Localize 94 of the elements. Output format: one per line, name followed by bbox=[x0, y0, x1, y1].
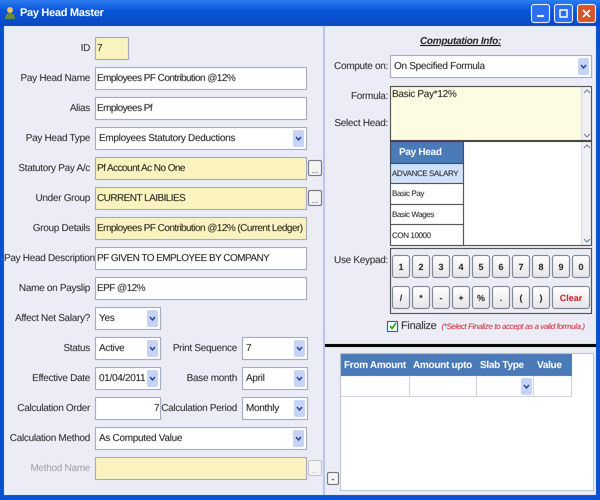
field-label: Calculation Method bbox=[8, 432, 91, 444]
chevron-down-icon[interactable] bbox=[294, 340, 305, 356]
browse-button[interactable]: ... bbox=[308, 190, 322, 206]
section-heading: Computation Info: bbox=[420, 36, 501, 47]
chevron-down-icon[interactable] bbox=[147, 310, 158, 326]
keypad-key[interactable]: % bbox=[472, 286, 490, 309]
keypad-key[interactable]: . bbox=[492, 286, 510, 309]
keypad-key[interactable]: ( bbox=[512, 286, 530, 309]
field-label: Base month bbox=[186, 372, 238, 384]
checkbox[interactable] bbox=[387, 320, 398, 332]
chevron-down-icon[interactable] bbox=[293, 130, 304, 146]
chevron-down-icon[interactable] bbox=[521, 378, 532, 394]
column-header: Pay Head bbox=[391, 142, 463, 163]
keypad-key[interactable]: 5 bbox=[472, 255, 490, 278]
keypad-key[interactable]: 9 bbox=[552, 255, 570, 278]
keypad-key[interactable]: Clear bbox=[552, 286, 590, 309]
scrollbar[interactable] bbox=[581, 142, 591, 245]
person-icon bbox=[4, 6, 16, 20]
keypad-key[interactable]: ) bbox=[532, 286, 550, 309]
keypad-key[interactable]: 1 bbox=[392, 255, 410, 278]
chevron-up-icon[interactable] bbox=[582, 142, 590, 150]
text-field[interactable]: PF GIVEN TO EMPLOYEE BY COMPANY bbox=[95, 246, 307, 270]
keypad-key[interactable]: 8 bbox=[532, 255, 550, 278]
field-label: Alias bbox=[68, 102, 91, 114]
collapse-button[interactable]: - bbox=[327, 472, 339, 485]
dropdown[interactable]: 01/04/2011 bbox=[95, 366, 161, 390]
field-label: Formula: bbox=[350, 90, 388, 102]
field-label: Print Sequence bbox=[172, 342, 238, 354]
hint-text: (*Select Finalize to accept as a valid formula.) bbox=[442, 322, 585, 330]
field-label: Name on Payslip bbox=[18, 282, 91, 294]
maximize-button[interactable] bbox=[554, 4, 573, 22]
list-item[interactable]: Basic Wages bbox=[391, 204, 463, 224]
column-header: Amount upto bbox=[412, 358, 473, 372]
column-header: Slab Type bbox=[479, 358, 525, 372]
field-label: Under Group bbox=[34, 192, 91, 204]
chevron-down-icon[interactable] bbox=[293, 430, 304, 446]
field-label: Compute on: bbox=[333, 61, 388, 72]
field-label: Calculation Order bbox=[16, 402, 92, 414]
field-label: Affect Net Salary? bbox=[14, 312, 91, 324]
text-field[interactable]: Employees PF Contribution @12% (Current Ledger) bbox=[95, 216, 307, 240]
maximize-icon bbox=[559, 8, 568, 18]
close-button[interactable] bbox=[577, 4, 596, 22]
dropdown[interactable]: Yes bbox=[95, 306, 161, 330]
dropdown[interactable]: Monthly bbox=[242, 396, 308, 420]
minimize-button[interactable] bbox=[531, 4, 550, 22]
keypad-key[interactable]: 2 bbox=[412, 255, 430, 278]
keypad-key[interactable]: 3 bbox=[432, 255, 450, 278]
dropdown[interactable]: April bbox=[242, 366, 308, 390]
window-title: Pay Head Master bbox=[20, 7, 105, 19]
keypad-key[interactable]: 0 bbox=[572, 255, 590, 278]
field-label: Pay Head Description bbox=[4, 252, 95, 264]
keypad-key[interactable]: + bbox=[452, 286, 470, 309]
chevron-down-icon[interactable] bbox=[147, 340, 158, 356]
chevron-down-icon[interactable] bbox=[294, 370, 305, 386]
field-label: Pay Head Type bbox=[24, 132, 91, 144]
dropdown[interactable]: Employees Statutory Deductions bbox=[95, 126, 307, 150]
dropdown[interactable]: 7 bbox=[242, 336, 308, 360]
browse-button[interactable]: ... bbox=[308, 160, 322, 176]
column-header: Value bbox=[536, 358, 563, 372]
dropdown[interactable]: Active bbox=[95, 336, 161, 360]
keypad-key[interactable]: 4 bbox=[452, 255, 470, 278]
text-field[interactable]: 7 bbox=[95, 396, 161, 420]
field-label: ID bbox=[80, 42, 91, 54]
text-field[interactable]: 7 bbox=[95, 36, 129, 60]
keypad-key[interactable]: 7 bbox=[512, 255, 530, 278]
field-label: Method Name bbox=[29, 462, 91, 474]
field-label: Statutory Pay A/c bbox=[17, 162, 91, 174]
dropdown[interactable]: As Computed Value bbox=[95, 426, 307, 450]
text-field[interactable]: Employees Pf bbox=[95, 96, 307, 120]
text-field[interactable]: Employees PF Contribution @12% bbox=[95, 66, 307, 90]
checkbox-label: Finalize bbox=[401, 320, 437, 332]
list-item[interactable]: ADVANCE SALARY bbox=[391, 162, 463, 184]
text-field[interactable]: Pf Account Ac No One bbox=[95, 156, 307, 180]
chevron-down-icon[interactable] bbox=[294, 400, 305, 416]
text-field[interactable]: CURRENT LAIBILIES bbox=[95, 186, 307, 210]
minimize-icon bbox=[537, 15, 544, 17]
chevron-down-icon[interactable] bbox=[578, 58, 589, 75]
field-label: Group Details bbox=[32, 222, 91, 234]
keypad-key[interactable]: - bbox=[432, 286, 450, 309]
field-label: Use Keypad: bbox=[333, 254, 388, 268]
chevron-down-icon[interactable] bbox=[582, 237, 590, 245]
close-icon bbox=[582, 8, 591, 18]
keypad-key[interactable]: / bbox=[392, 286, 410, 309]
field-label: Status bbox=[62, 342, 91, 354]
column-header: From Amount bbox=[343, 358, 407, 372]
keypad-key[interactable]: * bbox=[412, 286, 430, 309]
field-label: Calculation Period bbox=[161, 402, 238, 414]
chevron-down-icon[interactable] bbox=[147, 370, 158, 386]
field-label: Select Head: bbox=[334, 118, 388, 129]
dropdown[interactable]: On Specified Formula bbox=[390, 55, 592, 78]
text-field[interactable]: EPF @12% bbox=[95, 276, 307, 300]
field-label: Pay Head Name bbox=[20, 72, 91, 84]
keypad-key[interactable]: 6 bbox=[492, 255, 510, 278]
field-label: Effective Date bbox=[31, 372, 91, 384]
